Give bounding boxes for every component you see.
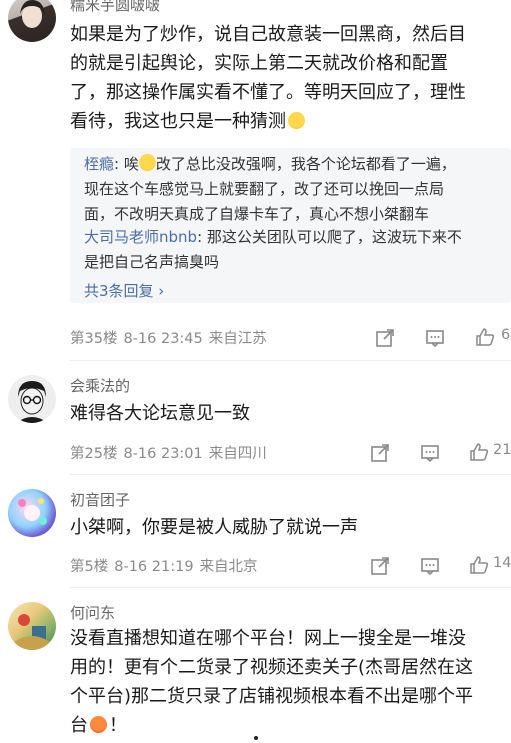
comment-text-line: 如果是为了炒作，说自己故意装一回黑商，然后目 (70, 24, 466, 45)
reply-text-line: 面，不改明天真成了自爆卡车了，真心不想小桀翻车 (84, 205, 430, 223)
comment-text-line: 的就是引起舆论，实际上第二天就改价格和配置 (70, 53, 448, 74)
avatar-man-glasses-icon (16, 381, 48, 423)
comment-username[interactable]: 糯米芋圆啵啵 (70, 0, 160, 15)
comment-text-line: 个平台)那二货只录了店铺视频根本看不出是哪个平 (70, 686, 474, 707)
divider (70, 587, 511, 588)
comment-bubble-icon[interactable] (425, 328, 445, 348)
reply-item: 桎瘾: 唉改了总比没改强啊，我各个论坛都看了一遍， (84, 152, 504, 177)
comment-text-line: 用的！更有个二货录了视频还卖关子(杰哥居然在这 (70, 657, 474, 678)
reply-preview-box[interactable]: 桎瘾: 唉改了总比没改强啊，我各个论坛都看了一遍， 现在这个车感觉马上就要翻了，… (70, 148, 511, 303)
comment-text-span: 台 (70, 715, 88, 736)
comment-text-span: 看待，我这也只是一种猜测 (70, 111, 286, 132)
comment-bubble-icon[interactable] (420, 556, 440, 576)
reply-author[interactable]: 大司马老师nbnb (84, 228, 197, 246)
comment-location: 来自江苏 (208, 331, 267, 347)
divider (70, 360, 511, 361)
reply-separator: : (114, 155, 124, 173)
thumbs-up-icon[interactable] (469, 555, 489, 575)
reply-text: 那这公关团队可以爬了，这波玩下来不 (206, 228, 462, 246)
comment-text: 小桀啊，你要是被人威胁了就说一声 (70, 513, 506, 542)
comment-text-line: 看待，我这也只是一种猜测 (70, 107, 506, 136)
reply-text-line: 现在这个车感觉马上就要翻了，改了还可以挽回一点局 (84, 180, 445, 198)
comment-time: 8-16 23:01 (123, 446, 203, 462)
reply-item: 大司马老师nbnb: 那这公关团队可以爬了，这波玩下来不 (84, 225, 504, 250)
thumbs-up-icon[interactable] (475, 327, 495, 347)
floor-number: 第25楼 (70, 446, 118, 462)
comment-text: 难得各大论坛意见一致 (70, 399, 506, 428)
comment-bubble-icon[interactable] (420, 443, 440, 463)
crying-face-emoji-icon (138, 154, 156, 171)
like-count: 6 (501, 327, 511, 343)
avatar[interactable] (8, 602, 56, 650)
comment-username[interactable]: 会乘法的 (70, 375, 130, 396)
like-count: 21 (493, 442, 511, 458)
comment-meta: 第5楼 8-16 21:19 来自北京 (70, 555, 264, 576)
comment-meta: 第25楼 8-16 23:01 来自四川 (70, 442, 273, 463)
more-replies-link[interactable]: 共3条回复 › (84, 280, 164, 301)
comment-text: 如果是为了炒作，说自己故意装一回黑商，然后目 的就是引起舆论，实际上第二天就改价… (70, 20, 506, 136)
laugh-cry-emoji-icon (288, 112, 305, 129)
reply-text: 改了总比没改强啊，我各个论坛都看了一遍， (155, 155, 456, 173)
comment-text-line: 台！ (70, 711, 506, 740)
comment-text-span: ！ (109, 715, 127, 736)
comment-text-line: 难得各大论坛意见一致 (70, 403, 250, 424)
comment-time: 8-16 21:19 (114, 559, 194, 575)
comment-username[interactable]: 初音团子 (70, 489, 130, 510)
avatar-illustration-icon (14, 614, 50, 650)
comment-meta: 第35楼 8-16 23:45 来自江苏 (70, 327, 273, 348)
share-icon[interactable] (370, 443, 390, 463)
like-count: 14 (493, 555, 511, 571)
comment-time: 8-16 23:45 (123, 331, 203, 347)
comment-username[interactable]: 何问东 (70, 602, 115, 623)
angry-face-emoji-icon (90, 716, 107, 733)
avatar[interactable] (8, 489, 56, 537)
avatar[interactable] (8, 375, 56, 423)
floor-number: 第35楼 (70, 331, 118, 347)
comment-text: 没看直播想知道在哪个平台！网上一搜全是一堆没 用的！更有个二货录了视频还卖关子(… (70, 624, 506, 740)
scroll-indicator-dot (254, 736, 258, 740)
avatar[interactable] (8, 0, 56, 42)
comment-text-line: 没看直播想知道在哪个平台！网上一搜全是一堆没 (70, 628, 466, 649)
share-icon[interactable] (375, 328, 395, 348)
comment-location: 来自四川 (208, 446, 267, 462)
thumbs-up-icon[interactable] (469, 442, 489, 462)
avatar-anime-icon (18, 498, 47, 525)
share-icon[interactable] (370, 556, 390, 576)
reply-separator: : (197, 228, 207, 246)
avatar-portrait-icon (20, 0, 45, 28)
reply-text-line: 是把自己名声搞臭吗 (84, 253, 220, 271)
comment-text-line: 小桀啊，你要是被人威胁了就说一声 (70, 517, 358, 538)
comment-text-line: 了，那这操作属实看不懂了。等明天回应了，理性 (70, 82, 466, 103)
divider (70, 474, 511, 475)
floor-number: 第5楼 (70, 559, 109, 575)
reply-author[interactable]: 桎瘾 (84, 155, 114, 173)
reply-text: 唉 (123, 155, 139, 173)
comment-location: 来自北京 (199, 559, 258, 575)
